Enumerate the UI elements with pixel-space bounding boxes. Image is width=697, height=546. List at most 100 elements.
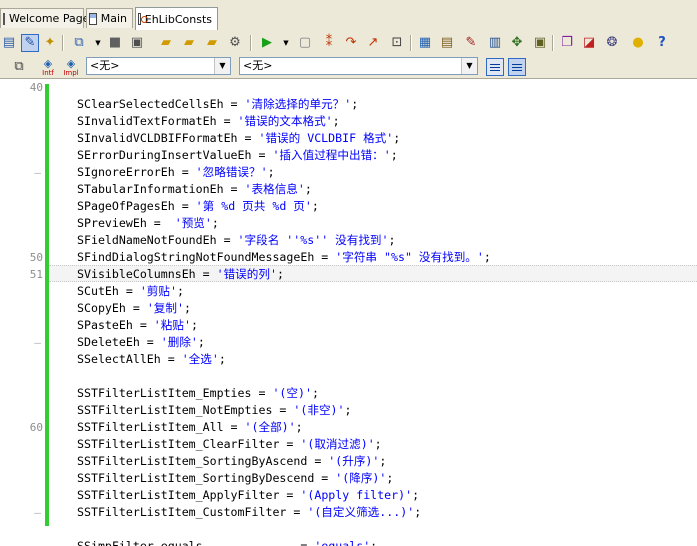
code-line[interactable]: SInvalidTextFormatEh = '错误的文本格式'; (77, 113, 340, 130)
code-line[interactable]: SFindDialogStringNotFoundMessageEh = '字符… (77, 249, 491, 266)
code-line[interactable]: SCutEh = '剪贴'; (77, 283, 184, 300)
settings-button[interactable]: ❂ (603, 34, 621, 52)
terminator: ; (218, 352, 226, 366)
tab-ehlibconsts[interactable]: EhLibConsts (135, 7, 218, 30)
reopen-button[interactable]: ▰ (203, 34, 221, 52)
pause-button[interactable]: ▢ (296, 34, 314, 52)
code-line[interactable]: SSTFilterListItem_All = '(全部)'; (77, 419, 303, 436)
trace-into-button[interactable]: ⁑ (320, 34, 338, 52)
identifier: SErrorDuringInsertValueEh = (77, 148, 273, 162)
code-line[interactable]: SSTFilterListItem_NotEmpties = '(非空)'; (77, 402, 351, 419)
open-project-button[interactable]: ⧉ (70, 34, 88, 52)
open-project-dropdown[interactable]: ▼ (94, 34, 102, 52)
align-left-button[interactable] (486, 58, 504, 76)
terminator: ; (295, 420, 303, 434)
code-line[interactable]: STabularInformationEh = '表格信息'; (77, 181, 312, 198)
code-line[interactable]: SFieldNameNotFoundEh = '字段名 ''%s'' 没有找到'… (77, 232, 396, 249)
code-line[interactable]: SSTFilterListItem_ApplyFilter = '(Apply … (77, 487, 419, 504)
identifier: SClearSelectedCellsEh = (77, 97, 245, 111)
terminator: ; (176, 284, 184, 298)
class-selector[interactable]: <无> ▼ (86, 57, 231, 75)
line-tick: – (34, 506, 41, 519)
object-inspector-button[interactable]: ▤ (438, 34, 456, 52)
align-justify-button[interactable] (508, 58, 526, 76)
terminator: ; (344, 403, 352, 417)
database-button[interactable]: ▥ (486, 34, 504, 52)
run-to-cursor-button[interactable]: ↗ (364, 34, 382, 52)
code-line[interactable]: SInvalidVCLDBIFFormatEh = '错误的 VCLDBIF 格… (77, 130, 400, 147)
identifier: SInvalidTextFormatEh = (77, 114, 238, 128)
design-view-button[interactable]: ✎ (21, 34, 39, 52)
save-all-button[interactable]: ■ (106, 34, 124, 52)
code-line[interactable]: SSTFilterListItem_SortingByAscend = '(升序… (77, 453, 386, 470)
new-item-button[interactable]: ✦ (41, 34, 59, 52)
code-line[interactable]: SPageOfPagesEh = '第 %d 页共 %d 页'; (77, 198, 319, 215)
identifier: SSTFilterListItem_SortingByDescend = (77, 471, 336, 485)
code-line[interactable]: SPasteEh = '粘贴'; (77, 317, 198, 334)
code-line[interactable]: SIgnoreErrorEh = '忽略错误？'; (77, 164, 275, 181)
identifier: SSTFilterListItem_NotEmpties = (77, 403, 294, 417)
document-icon (3, 12, 5, 25)
code-line[interactable]: SSTFilterListItem_ClearFilter = '(取消过滤)'… (77, 436, 382, 453)
class-selector-value: <无> (90, 59, 120, 72)
method-selector[interactable]: <无> ▼ (239, 57, 478, 75)
package-button[interactable]: ▣ (531, 34, 549, 52)
open-file-button[interactable]: ▰ (180, 34, 198, 52)
run-dropdown[interactable]: ▼ (282, 34, 290, 52)
database-icon: ▥ (488, 35, 502, 50)
code-line[interactable]: SSTFilterListItem_SortingByDescend = '(降… (77, 470, 393, 487)
code-line[interactable]: SClearSelectedCellsEh = '清除选择的单元？'; (77, 96, 358, 113)
code-line[interactable]: SSTFilterListItem_CustomFilter = '(自定义筛选… (77, 504, 421, 521)
code-editor[interactable]: 40 50 51 60 – – – SClearSelectedCellsEh = '清除选… (0, 79, 697, 546)
string-literal: '(Apply filter)' (300, 488, 413, 502)
tools-icon: ✥ (511, 35, 523, 50)
code-line[interactable]: SDeleteEh = '删除'; (77, 334, 205, 351)
implementation-button[interactable]: ◈ Impl (61, 57, 81, 77)
save-all-icon: ■ (108, 35, 122, 50)
terminator: ; (311, 386, 319, 400)
identifier: SSTFilterListItem_ClearFilter = (77, 437, 301, 451)
tools-button[interactable]: ✥ (508, 34, 526, 52)
terminator: ; (276, 267, 284, 281)
interface-button[interactable]: ◈ Intf (38, 57, 58, 77)
code-line[interactable]: SCopyEh = '复制'; (77, 300, 191, 317)
code-line[interactable]: SPreviewEh = '预览'; (77, 215, 219, 232)
string-literal: '粘贴' (153, 318, 191, 332)
identifier: SFieldNameNotFoundEh = (77, 233, 238, 247)
project-options-button[interactable]: ⚙ (226, 34, 244, 52)
help-tip-button[interactable]: ● (629, 34, 647, 52)
tab-label: EhLibConsts (144, 12, 212, 26)
tab-main[interactable]: Main (86, 8, 133, 28)
open-button[interactable]: ▰ (157, 34, 175, 52)
code-line[interactable]: SSimpFilter_equals = 'equals'; (77, 538, 377, 546)
code-line[interactable]: SSelectAllEh = '全选'; (77, 351, 226, 368)
identifier: SPasteEh = (77, 318, 154, 332)
string-literal: '表格信息' (244, 182, 305, 196)
toggle-form-unit-button[interactable]: ⧉ (10, 58, 28, 76)
run-button[interactable]: ▶ (258, 34, 276, 52)
compare-button[interactable]: ◪ (580, 34, 598, 52)
chevron-down-icon: ▼ (214, 58, 230, 74)
help-button[interactable]: ? (653, 34, 671, 52)
copy-button[interactable]: ❐ (558, 34, 576, 52)
code-line[interactable]: SSTFilterListItem_Empties = '(空)'; (77, 385, 319, 402)
code-line[interactable]: SVisibleColumnsEh = '错误的列'; (77, 266, 284, 283)
identifier: SPreviewEh = (77, 216, 175, 230)
component-palette-button[interactable]: ▦ (416, 34, 434, 52)
tab-welcome-page[interactable]: Welcome Page (0, 8, 89, 28)
identifier: SCutEh = (77, 284, 140, 298)
edit-button[interactable]: ✎ (462, 34, 480, 52)
code-line[interactable]: SErrorDuringInsertValueEh = '插入值过程中出错：'; (77, 147, 398, 164)
line-tick: – (34, 336, 41, 349)
identifier: SPageOfPagesEh = (77, 199, 196, 213)
string-literal: '错误的 VCLDBIF 格式' (258, 131, 394, 145)
debug-window-button[interactable]: ⊡ (388, 34, 406, 52)
line-number: 50 (29, 251, 43, 264)
folder-open-icon: ▰ (161, 35, 171, 50)
save-button[interactable]: ▣ (128, 34, 146, 52)
design-icon: ✎ (24, 35, 36, 50)
identifier: SInvalidVCLDBIFFormatEh = (77, 131, 259, 145)
code-view-button[interactable]: ▤ (0, 34, 18, 52)
new-item-icon: ✦ (44, 35, 56, 50)
step-over-button[interactable]: ↷ (342, 34, 360, 52)
